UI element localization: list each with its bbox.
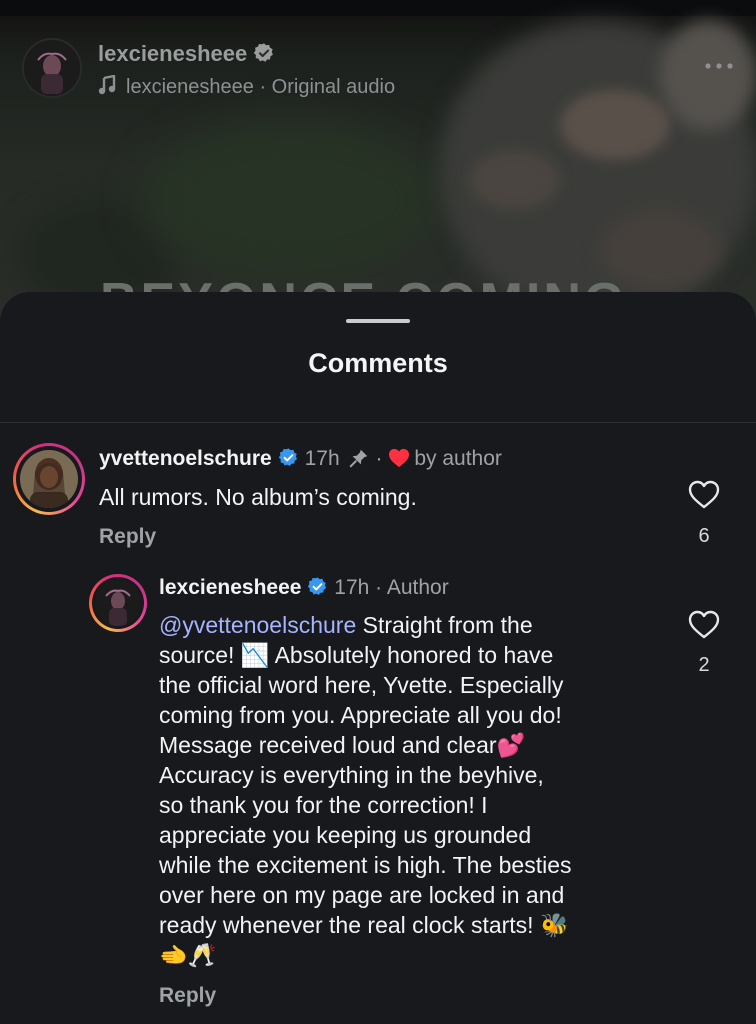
video-face-2 [470,150,560,210]
status-strip [0,0,756,16]
comment-time: 17h [334,576,370,599]
comment-line: coming from you. Appreciate all you do! [159,702,562,728]
sheet-drag-handle[interactable] [346,319,410,323]
like-heart-icon[interactable] [688,480,720,509]
heart-filled-icon [389,448,410,468]
reply-button[interactable]: Reply [99,525,156,549]
comment-line: while the excitement is high. The bestie… [159,852,572,878]
audio-owner: lexcienesheee [126,76,254,98]
like-count: 6 [698,525,710,547]
video-hedge [140,120,440,280]
more-options-icon[interactable] [704,62,734,70]
sheet-divider [0,422,756,423]
comment-line: appreciate you keeping us grounded [159,822,532,848]
comment-username[interactable]: yvettenoelschure [99,447,272,470]
reply-button[interactable]: Reply [159,984,216,1008]
comment-meta: yvettenoelschure 17h · by author [99,447,502,471]
comment-text: @yvettenoelschure Straight from the sour… [159,610,659,970]
audio-separator: · [259,76,267,98]
reel-header: lexcienesheee lexcienesheee · Original a… [22,38,734,102]
comment-text: All rumors. No album’s coming. [99,484,417,510]
comment-avatar[interactable] [89,574,147,632]
comment-username[interactable]: lexcienesheee [159,576,301,599]
like-heart-icon[interactable] [688,610,720,639]
reel-author-username[interactable]: lexcienesheee [98,41,275,67]
comment-line: 🫲🥂 [159,942,217,968]
audio-label: Original audio [271,76,396,98]
comment-line: Accuracy is everything in the beyhive, [159,762,544,788]
comment-meta: lexcienesheee 17h · Author [159,576,449,600]
avatar-image [20,450,78,508]
comment-line: so thank you for the correction! I [159,792,488,818]
comment-line: ready whenever the real clock starts! 🐝 [159,912,569,938]
comment-time: 17h [304,447,340,470]
liked-by-author-label: by author [414,447,502,470]
verified-badge-icon [254,43,274,62]
verified-badge-icon [278,448,297,466]
comment-line: the official word here, Yvette. Especial… [159,672,564,698]
pin-icon [349,449,367,468]
comment-line: source! 📉 Absolutely honored to have [159,642,554,668]
avatar-image [95,580,141,626]
comments-sheet: Comments yvettenoelschure 17h · by autho… [0,292,756,1024]
reel-video[interactable]: BEYONCE COMING lexcienesheee lexcieneshe… [0,0,756,330]
sheet-title: Comments [308,348,448,378]
mention-link[interactable]: @yvettenoelschure [159,612,356,638]
music-note-icon [98,75,116,95]
reel-author-username-text: lexcienesheee [98,41,248,66]
comment-line: Message received loud and clear💕 [159,732,526,758]
reel-author-avatar[interactable] [22,38,82,98]
reel-audio-link[interactable]: lexcienesheee · Original audio [98,75,395,99]
comment-line: @yvettenoelschure Straight from the [159,612,533,638]
author-badge: · Author [375,576,449,599]
meta-separator: · [375,447,383,470]
comment-avatar[interactable] [13,443,85,515]
like-count: 2 [698,654,710,676]
verified-badge-icon [308,577,327,595]
comment-line: over here on my page are locked in and [159,882,565,908]
avatar-image [24,40,80,96]
